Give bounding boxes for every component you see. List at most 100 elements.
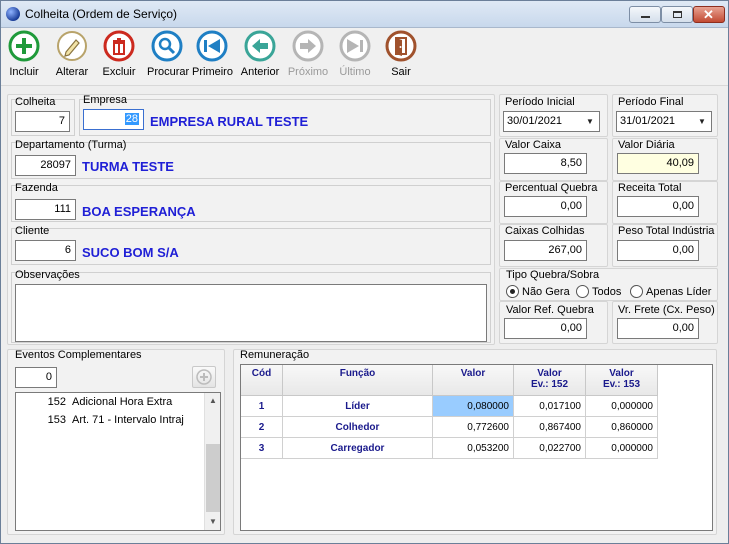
valor-ref-quebra-input[interactable]: 0,00 [504,318,587,339]
anterior-button[interactable]: Anterior [239,30,281,78]
table-cell-cod[interactable]: 1 [241,396,283,417]
excluir-button[interactable]: Excluir [101,30,137,78]
scroll-thumb[interactable] [206,444,220,512]
column-header-funcao[interactable]: Função [283,365,433,396]
proximo-button[interactable]: Próximo [287,30,329,78]
table-cell-funcao[interactable]: Colhedor [283,417,433,438]
scroll-down-icon[interactable]: ▼ [205,514,221,530]
table-cell-cod[interactable]: 2 [241,417,283,438]
eventos-list[interactable]: 152 Adicional Hora Extra 153 Art. 71 - I… [15,392,221,531]
alterar-label: Alterar [55,66,89,78]
colheita-input[interactable]: 7 [15,111,70,132]
list-item[interactable]: 153 Art. 71 - Intervalo Intraj [16,414,204,431]
alterar-button[interactable]: Alterar [54,30,90,78]
cliente-label: Cliente [15,225,50,237]
column-header-label: Ev.: 153 [602,379,641,390]
radio-todos[interactable]: Todos [576,285,621,298]
column-header-label: Cód [251,368,272,379]
observacoes-textarea[interactable] [15,284,487,342]
table-cell-ev153[interactable]: 0,860000 [586,417,658,438]
evento-desc: Adicional Hora Extra [72,396,173,408]
column-header-label: Valor [537,368,562,379]
fazenda-label: Fazenda [15,182,58,194]
empresa-code-input[interactable]: 28 [83,109,144,130]
remuneracao-grid[interactable]: Cód Função Valor Valor Ev.: 152 Valor Ev.:… [240,364,713,531]
periodo-final-select[interactable]: 31/01/2021 ▼ [616,111,712,132]
close-button[interactable]: ✕ [693,6,725,23]
app-icon [6,7,20,21]
caixas-colhidas-input[interactable]: 267,00 [504,240,587,261]
vr-frete-label: Vr. Frete (Cx. Peso) [618,304,715,316]
column-header-label: Valor [460,368,486,379]
peso-total-input[interactable]: 0,00 [617,240,699,261]
radio-nao-gera[interactable]: Não Gera [506,285,570,298]
valor-diaria-input[interactable]: 40,09 [617,153,699,174]
list-item[interactable]: 152 Adicional Hora Extra [16,396,204,413]
table-cell-cod[interactable]: 3 [241,438,283,459]
sair-label: Sair [391,66,411,78]
vr-frete-input[interactable]: 0,00 [617,318,699,339]
procurar-button[interactable]: Procurar [147,30,190,78]
column-header-ev153[interactable]: Valor Ev.: 153 [586,365,658,396]
primeiro-button[interactable]: Primeiro [192,30,233,78]
radio-todos-label: Todos [592,285,622,298]
table-cell-valor[interactable]: 0,772600 [433,417,514,438]
eventos-label: Eventos Complementares [15,349,142,361]
column-header-cod[interactable]: Cód [241,365,283,396]
cliente-code-input[interactable]: 6 [15,240,76,261]
column-header-valor[interactable]: Valor [433,365,514,396]
minimize-icon [641,16,650,18]
table-cell-funcao[interactable]: Carregador [283,438,433,459]
radio-selected-icon [506,285,519,298]
table-cell-valor[interactable]: 0,080000 [433,396,514,417]
table-cell-ev152[interactable]: 0,867400 [514,417,586,438]
radio-apenas-lider-label: Apenas Líder [646,285,712,298]
column-header-ev152[interactable]: Valor Ev.: 152 [514,365,586,396]
pencil-circle-icon [57,31,87,61]
table-cell-ev153[interactable]: 0,000000 [586,396,658,417]
radio-unselected-icon [630,285,643,298]
exit-door-icon [385,30,417,62]
eventos-count-input[interactable]: 0 [15,367,57,388]
sair-button[interactable]: Sair [383,30,419,78]
ultimo-button[interactable]: Último [336,30,374,78]
percentual-quebra-input[interactable]: 0,00 [504,196,587,217]
primeiro-label: Primeiro [192,66,233,78]
valor-caixa-label: Valor Caixa [505,139,562,151]
maximize-button[interactable] [661,6,693,23]
periodo-inicial-select[interactable]: 30/01/2021 ▼ [503,111,600,132]
departamento-name: TURMA TESTE [82,159,174,174]
incluir-button[interactable]: Incluir [6,30,42,78]
table-cell-ev152[interactable]: 0,022700 [514,438,586,459]
empresa-code-selected-text: 28 [124,113,139,125]
valor-ref-quebra-label: Valor Ref. Quebra [506,304,594,316]
add-evento-button[interactable] [192,366,216,388]
tipo-quebra-label: Tipo Quebra/Sobra [506,269,600,281]
ultimo-label: Último [339,66,371,78]
table-cell-ev153[interactable]: 0,000000 [586,438,658,459]
first-record-icon [196,30,228,62]
app-window: Colheita (Ordem de Serviço) ✕ Incluir Al… [0,0,729,544]
minimize-button[interactable] [629,6,661,23]
periodo-final-value: 31/01/2021 [620,115,676,127]
next-icon [292,30,324,62]
search-icon [151,30,183,62]
fazenda-code-input[interactable]: 111 [15,199,76,220]
eventos-scrollbar[interactable]: ▲ ▼ [204,393,220,530]
chevron-down-icon: ▼ [698,117,706,126]
departamento-label: Departamento (Turma) [15,139,127,151]
excluir-label: Excluir [102,66,136,78]
plus-circle-icon [8,30,40,62]
departamento-code-input[interactable]: 28097 [15,155,76,176]
periodo-inicial-value: 30/01/2021 [507,115,563,127]
valor-caixa-input[interactable]: 8,50 [504,153,587,174]
close-icon: ✕ [703,7,714,22]
table-cell-valor[interactable]: 0,053200 [433,438,514,459]
table-cell-ev152[interactable]: 0,017100 [514,396,586,417]
toolbar: Incluir Alterar Excluir Procurar Primeir… [1,28,728,86]
scroll-up-icon[interactable]: ▲ [205,393,221,409]
receita-total-input[interactable]: 0,00 [617,196,699,217]
procurar-label: Procurar [147,66,190,78]
radio-apenas-lider[interactable]: Apenas Líder [630,285,711,298]
table-cell-funcao[interactable]: Líder [283,396,433,417]
